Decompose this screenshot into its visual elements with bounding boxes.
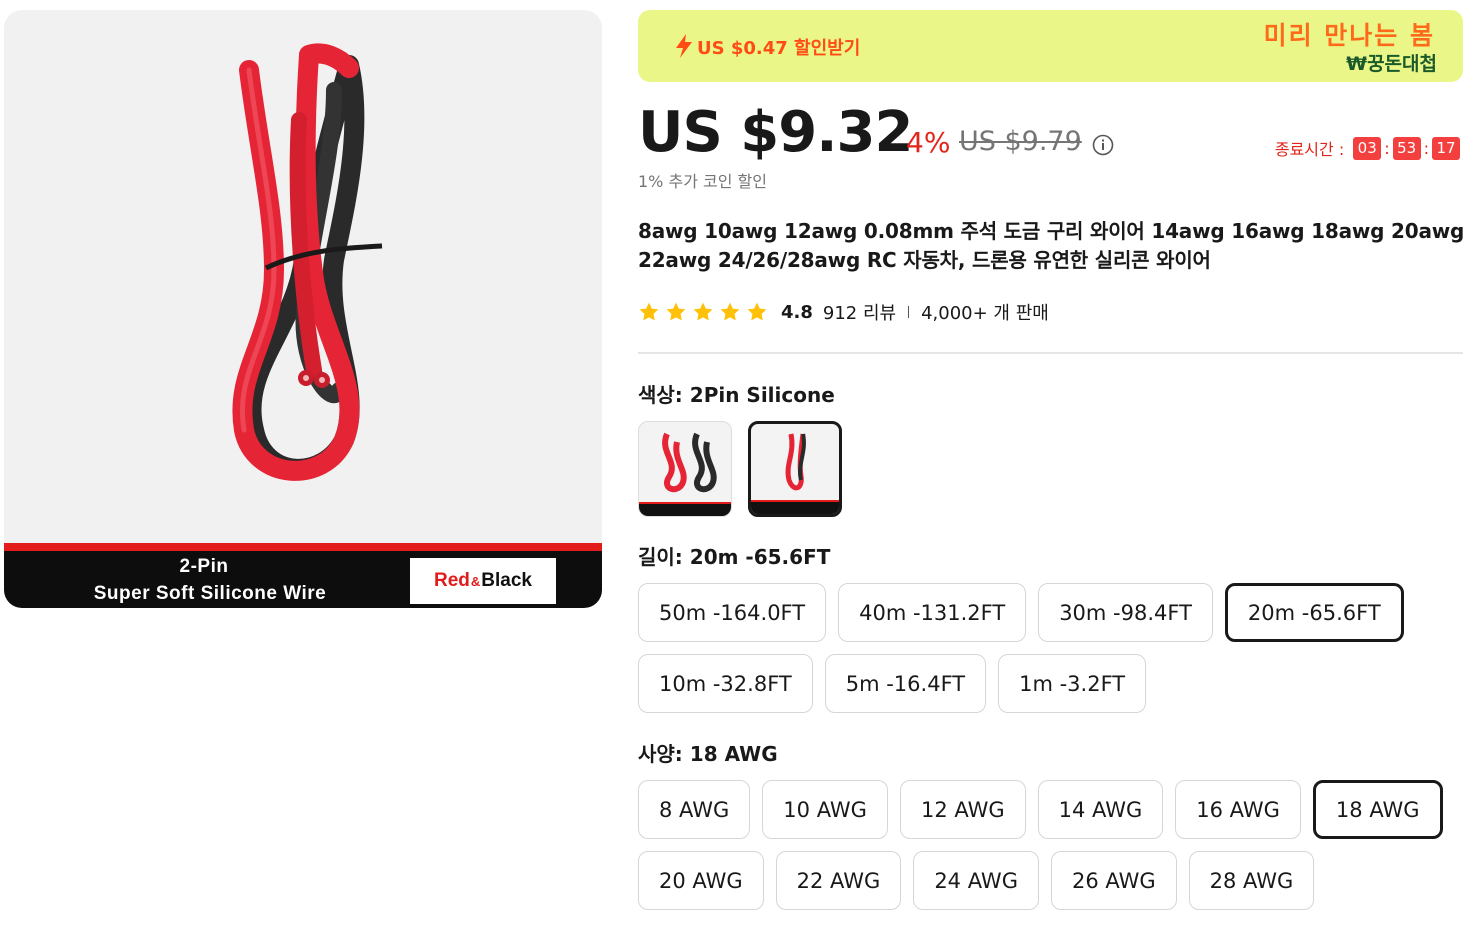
original-price: US $9.79: [959, 126, 1082, 157]
spec-option-key: 사양:: [638, 742, 683, 766]
countdown-timer: 종료시간 : 03 : 53 : 17: [1275, 136, 1463, 160]
tag-black: Black: [481, 570, 532, 591]
timer-hours: 03: [1353, 136, 1382, 160]
price-row: US $9.32 4% US $9.79 종료시간 : 03 : 53 : 17: [638, 100, 1463, 170]
spec-option[interactable]: 28 AWG: [1188, 851, 1315, 910]
spec-options: 8 AWG 10 AWG 12 AWG 14 AWG 16 AWG 18 AWG…: [638, 780, 1463, 910]
color-option-value: 2Pin Silicone: [689, 383, 835, 407]
length-option[interactable]: 5m -16.4FT: [824, 654, 987, 713]
timer-sep: :: [1423, 138, 1429, 158]
thumbnail-band: [751, 500, 839, 514]
spec-option-value: 18 AWG: [689, 742, 778, 766]
star-icon: [666, 302, 686, 321]
length-option-label: 길이: 20m -65.6FT: [638, 541, 830, 570]
wire-pair-thumbnail: [662, 432, 717, 493]
image-caption-band: 2-Pin Super Soft Silicone Wire Red & Bla…: [4, 543, 602, 608]
spec-option[interactable]: 20 AWG: [638, 851, 764, 910]
tag-amp: &: [470, 573, 481, 589]
spec-option[interactable]: 10 AWG: [762, 780, 888, 839]
length-option[interactable]: 1m -3.2FT: [998, 654, 1147, 713]
divider: [638, 352, 1463, 354]
campaign-title: 미리 만나는 봄: [1263, 21, 1435, 50]
timer-label: 종료시간 :: [1274, 140, 1345, 159]
swatch-red-black[interactable]: [638, 421, 732, 517]
band-title: 2-Pin: [179, 556, 229, 577]
length-option[interactable]: 30m -98.4FT: [1038, 583, 1213, 642]
star-icon: [747, 302, 767, 321]
current-price: US $9.32: [638, 100, 913, 165]
spec-option[interactable]: 22 AWG: [775, 851, 902, 910]
separator: [908, 306, 910, 318]
silicone-wire-photo: [232, 43, 383, 481]
sold-count: 4,000+ 개 판매: [921, 303, 1049, 324]
band-subtitle: Super Soft Silicone Wire: [93, 583, 327, 604]
spec-option-label: 사양: 18 AWG: [638, 738, 778, 767]
star-icon: [720, 302, 740, 321]
timer-sep: :: [1384, 138, 1390, 158]
color-option-key: 색상:: [638, 383, 683, 407]
lightning-icon: [676, 34, 692, 58]
length-options: 50m -164.0FT 40m -131.2FT 30m -98.4FT 20…: [638, 583, 1418, 713]
spec-option-selected[interactable]: 18 AWG: [1312, 780, 1443, 839]
length-option[interactable]: 10m -32.8FT: [638, 654, 813, 713]
color-option-label: 색상: 2Pin Silicone: [638, 379, 835, 408]
product-title: 8awg 10awg 12awg 0.08mm 주석 도금 구리 와이어 14a…: [638, 219, 1465, 272]
timer-seconds: 17: [1432, 136, 1460, 160]
star-icon: [693, 302, 713, 321]
spec-option[interactable]: 24 AWG: [913, 851, 1039, 910]
color-swatches: [638, 421, 842, 517]
review-count-link[interactable]: 912 리뷰: [823, 299, 896, 325]
spec-option[interactable]: 14 AWG: [1037, 780, 1164, 839]
spec-option[interactable]: 8 AWG: [638, 780, 751, 839]
discount-percent: 4%: [906, 126, 951, 159]
length-option-selected[interactable]: 20m -65.6FT: [1224, 583, 1404, 642]
star-rating: [638, 301, 768, 323]
star-icon: [639, 302, 659, 321]
length-option[interactable]: 40m -131.2FT: [838, 583, 1027, 642]
promo-banner[interactable]: US $0.47 할인받기 미리 만나는 봄 ₩꿍돈대첩: [638, 10, 1463, 82]
spec-option[interactable]: 26 AWG: [1050, 851, 1177, 910]
tag-red: Red: [434, 570, 470, 591]
spec-option[interactable]: 16 AWG: [1175, 780, 1301, 839]
wire-thumbnail: [785, 433, 806, 491]
campaign-subtitle: ₩꿍돈대첩: [1346, 53, 1437, 75]
coin-discount-note: 1% 추가 코인 할인: [638, 172, 767, 191]
length-option-key: 길이:: [638, 545, 683, 569]
rating-score: 4.8: [781, 301, 813, 323]
swatch-2pin-silicone[interactable]: [748, 421, 842, 517]
thumbnail-band: [639, 502, 731, 516]
timer-minutes: 53: [1392, 136, 1421, 160]
spec-option[interactable]: 12 AWG: [899, 780, 1026, 839]
length-option-value: 20m -65.6FT: [689, 545, 831, 569]
coupon-link[interactable]: US $0.47 할인받기: [697, 34, 860, 60]
rating-row[interactable]: 4.8 912 리뷰 4,000+ 개 판매: [638, 299, 1049, 325]
color-tag: Red & Black: [410, 558, 556, 604]
info-icon[interactable]: [1092, 134, 1114, 156]
length-option[interactable]: 50m -164.0FT: [638, 583, 827, 642]
product-main-image[interactable]: 2-Pin Super Soft Silicone Wire Red & Bla…: [4, 10, 602, 608]
